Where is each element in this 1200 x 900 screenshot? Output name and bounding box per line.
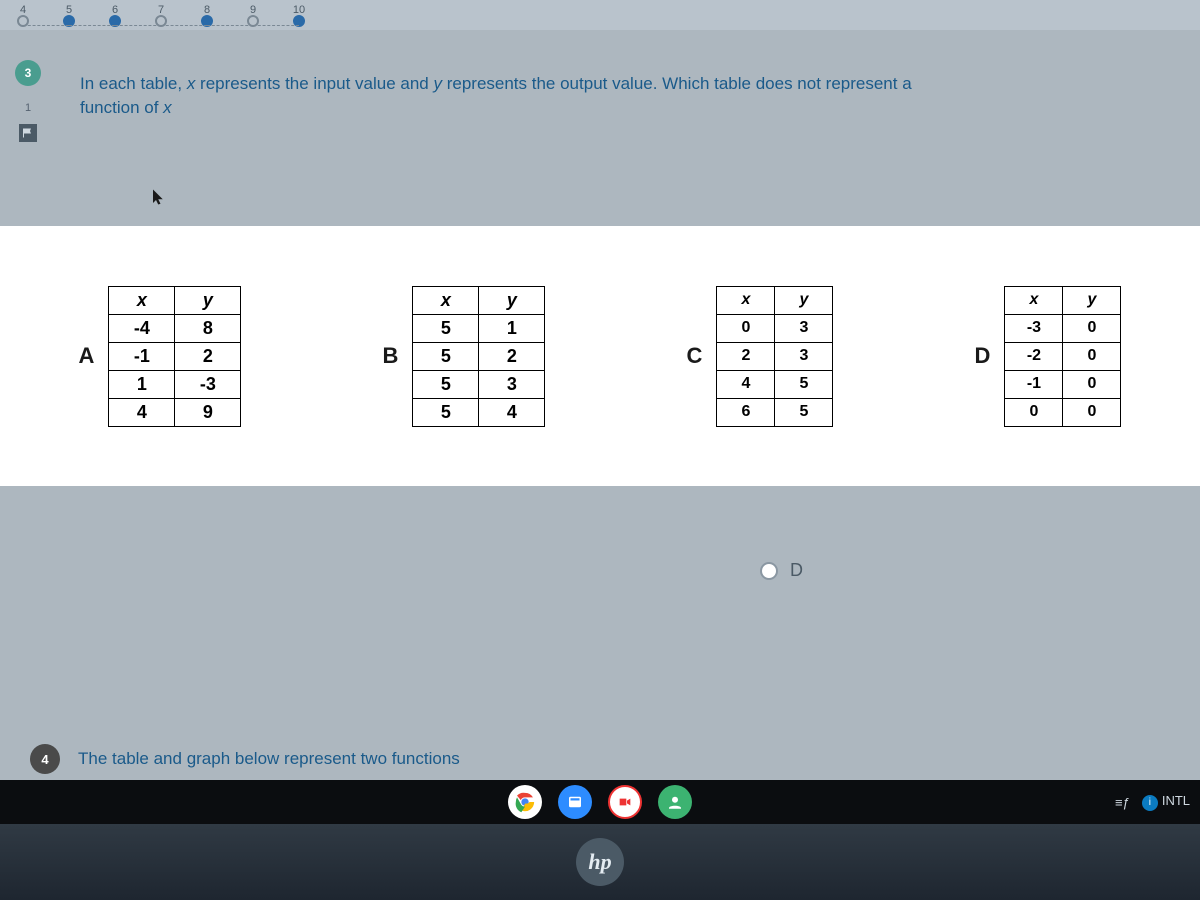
taskbar-tray[interactable]: ≡ƒ i INTL — [1115, 780, 1190, 824]
progress-step-5[interactable]: 5 — [46, 4, 92, 27]
flag-icon[interactable] — [19, 124, 37, 142]
option-d[interactable]: D xy -30 -20 -10 00 — [975, 286, 1122, 427]
table-row: 23 — [717, 342, 833, 370]
table-row: 51 — [413, 314, 545, 342]
option-b[interactable]: B xy 51 52 53 54 — [383, 286, 546, 427]
progress-num: 7 — [158, 4, 164, 16]
app-icon[interactable] — [558, 785, 592, 819]
progress-num: 8 — [204, 4, 210, 16]
table-row: -12 — [109, 342, 241, 370]
progress-num: 9 — [250, 4, 256, 16]
option-a[interactable]: A xy -48 -12 1-3 49 — [79, 286, 242, 427]
progress-step-6[interactable]: 6 — [92, 4, 138, 27]
table-d: xy -30 -20 -10 00 — [1004, 286, 1121, 427]
progress-num: 10 — [293, 4, 305, 16]
progress-step-8[interactable]: 8 — [184, 4, 230, 27]
col-y: y — [479, 286, 545, 314]
next-question-badge[interactable]: 4 — [30, 744, 60, 774]
progress-step-10[interactable]: 10 — [276, 4, 322, 27]
col-y: y — [175, 286, 241, 314]
col-y: y — [1063, 286, 1121, 314]
progress-strip: 4 5 6 7 8 9 10 — [0, 0, 1200, 30]
next-question-header: 4 The table and graph below represent tw… — [30, 744, 1180, 774]
answer-choice-d[interactable]: D — [760, 560, 803, 581]
progress-dot — [293, 15, 305, 27]
table-row: 49 — [109, 398, 241, 426]
hp-logo: hp — [576, 838, 624, 886]
taskbar: ≡ƒ i INTL — [0, 780, 1200, 824]
question-variable-y: y — [433, 74, 442, 93]
progress-num: 6 — [112, 4, 118, 16]
table-row: 00 — [1005, 398, 1121, 426]
col-y: y — [775, 286, 833, 314]
page-area: 3 1 In each table, x represents the inpu… — [0, 30, 1200, 780]
intl-label: INTL — [1162, 793, 1190, 808]
taskbar-center — [508, 785, 692, 819]
tray-text: ≡ƒ — [1115, 795, 1130, 810]
option-label-d: D — [975, 343, 991, 369]
table-row: 45 — [717, 370, 833, 398]
next-question-text: The table and graph below represent two … — [78, 749, 460, 769]
table-row: 54 — [413, 398, 545, 426]
question-text: In each table, x represents the input va… — [80, 72, 1176, 120]
laptop-bezel: hp — [0, 824, 1200, 900]
progress-step-9[interactable]: 9 — [230, 4, 276, 27]
option-label-b: B — [383, 343, 399, 369]
col-x: x — [717, 286, 775, 314]
question-sub-index: 1 — [25, 102, 31, 114]
table-row: -10 — [1005, 370, 1121, 398]
option-label-a: A — [79, 343, 95, 369]
table-row: -20 — [1005, 342, 1121, 370]
table-c: xy 03 23 45 65 — [716, 286, 833, 427]
table-a: xy -48 -12 1-3 49 — [108, 286, 241, 427]
table-row: -30 — [1005, 314, 1121, 342]
radio-icon[interactable] — [760, 562, 778, 580]
table-row: 53 — [413, 370, 545, 398]
question-variable-x: x — [163, 98, 172, 117]
chrome-icon[interactable] — [508, 785, 542, 819]
table-row: 52 — [413, 342, 545, 370]
question-fragment: function of — [80, 98, 163, 117]
intl-badge-icon: i — [1142, 795, 1158, 811]
progress-step-4[interactable]: 4 — [0, 4, 46, 27]
question-fragment: represents the input value and — [195, 74, 433, 93]
option-label-c: C — [687, 343, 703, 369]
answer-label: D — [790, 560, 803, 581]
option-c[interactable]: C xy 03 23 45 65 — [687, 286, 834, 427]
cursor-icon — [150, 188, 168, 211]
col-x: x — [109, 286, 175, 314]
col-x: x — [1005, 286, 1063, 314]
video-icon[interactable] — [608, 785, 642, 819]
table-row: 1-3 — [109, 370, 241, 398]
table-b: xy 51 52 53 54 — [412, 286, 545, 427]
question-number-badge[interactable]: 3 — [15, 60, 41, 86]
col-x: x — [413, 286, 479, 314]
question-fragment: represents the output value. Which table… — [442, 74, 912, 93]
question-rail: 3 1 — [8, 60, 48, 142]
progress-num: 4 — [20, 4, 26, 16]
table-row: 03 — [717, 314, 833, 342]
user-icon[interactable] — [658, 785, 692, 819]
table-row: -48 — [109, 314, 241, 342]
question-fragment: In each table, — [80, 74, 187, 93]
progress-num: 5 — [66, 4, 72, 16]
progress-step-7[interactable]: 7 — [138, 4, 184, 27]
tables-strip: A xy -48 -12 1-3 49 B xy 51 52 53 54 C — [0, 226, 1200, 486]
table-row: 65 — [717, 398, 833, 426]
